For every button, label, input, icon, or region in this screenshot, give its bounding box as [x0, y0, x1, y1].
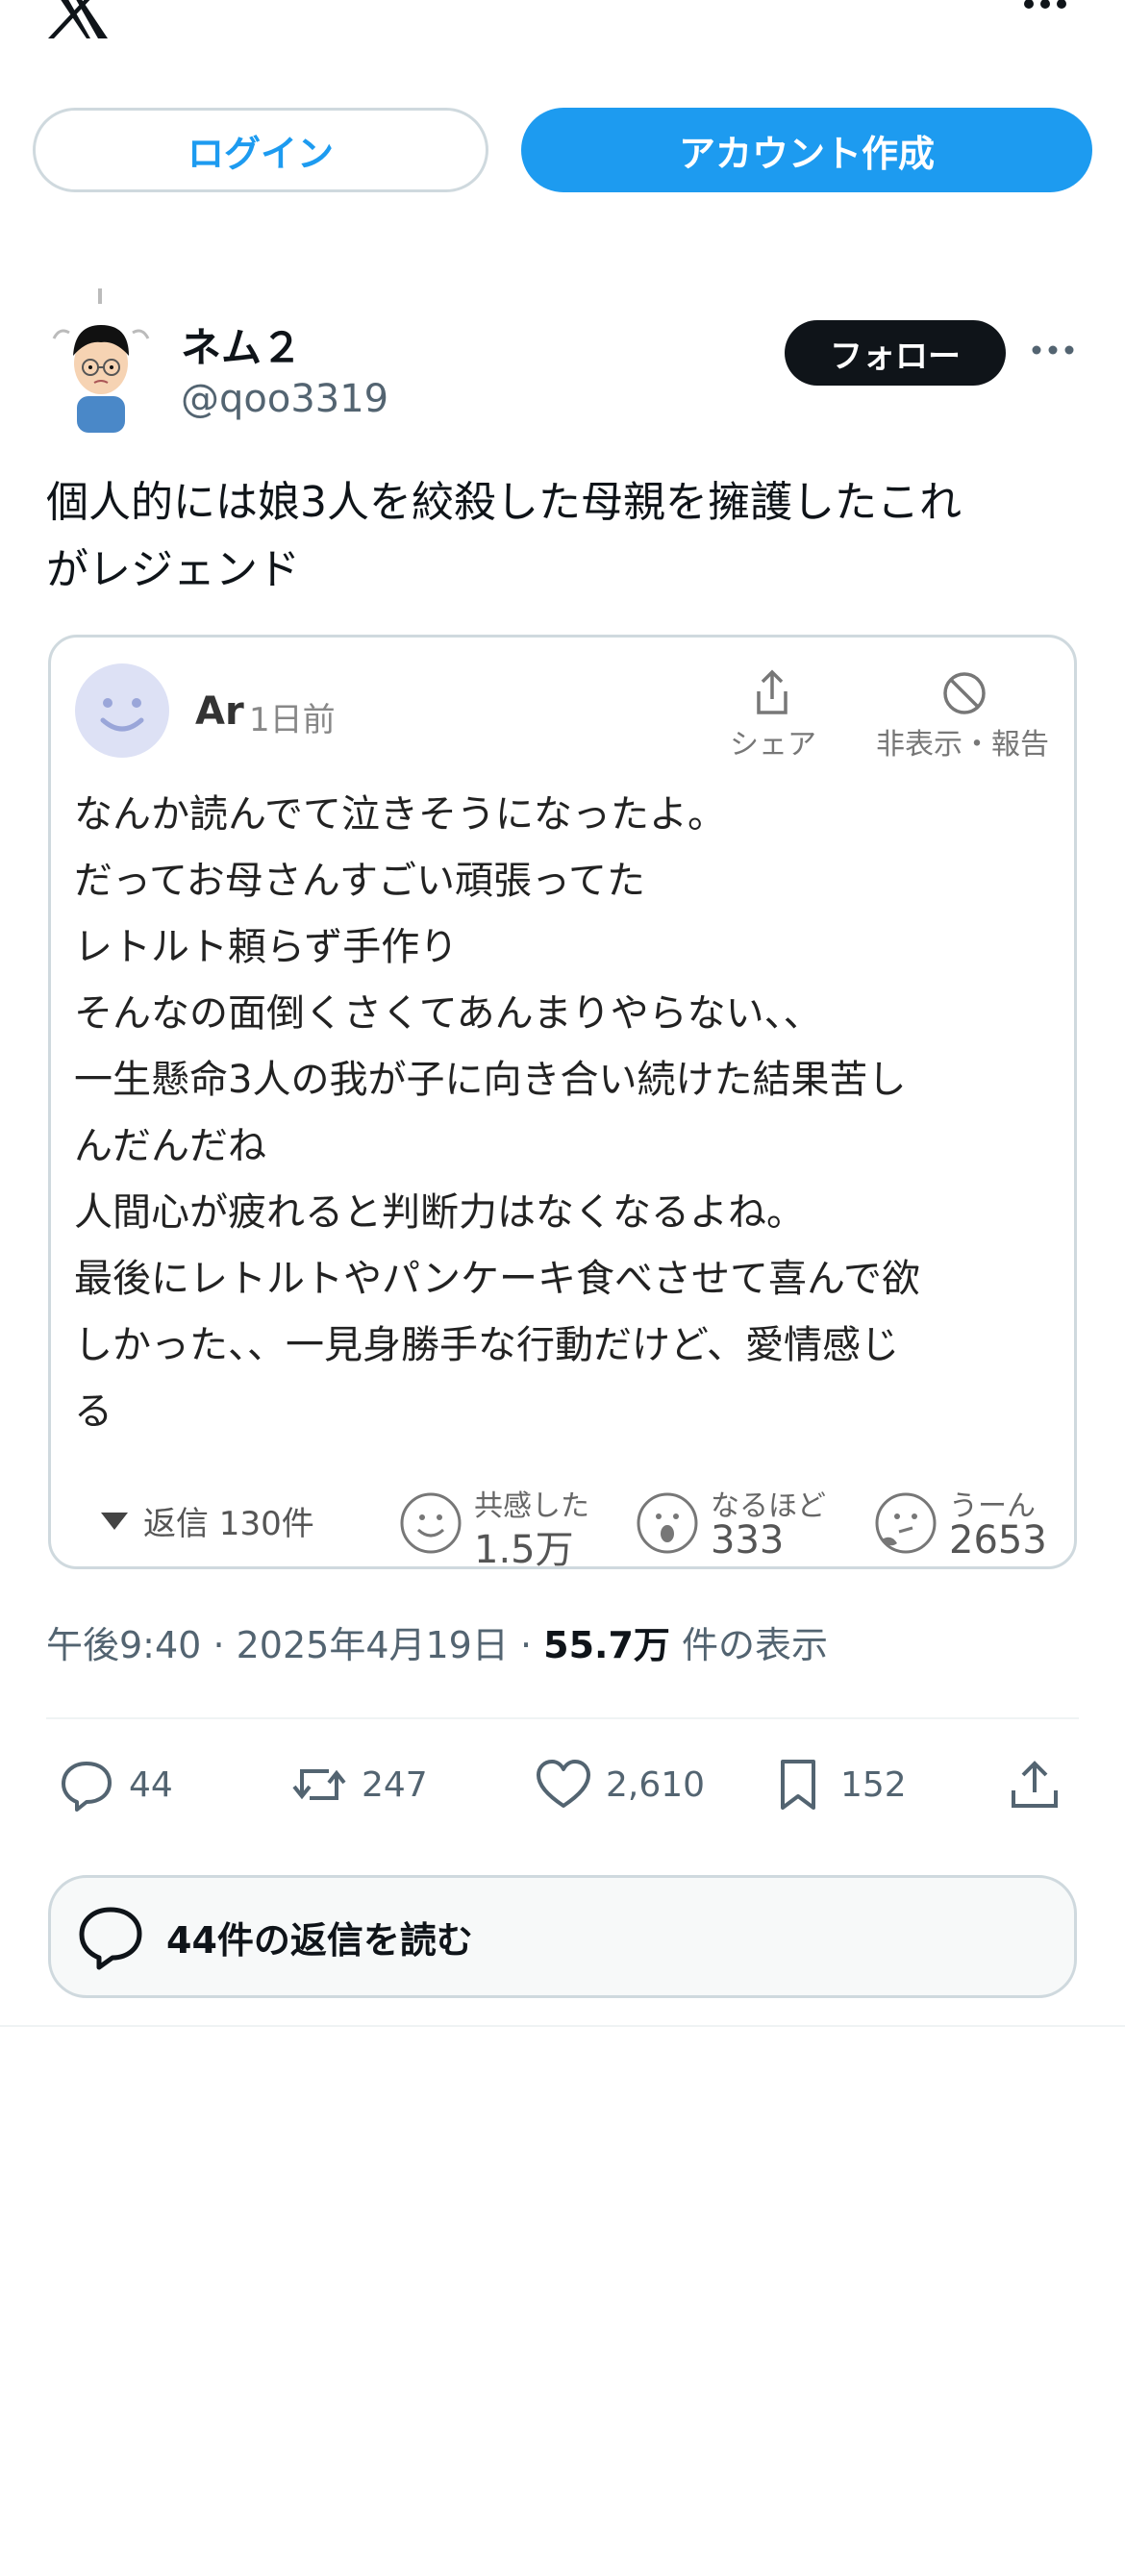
quote-time: 1日前: [249, 701, 336, 739]
quote-line: 一生懸命3人の我が子に向き合い続けた結果苦し: [74, 1058, 907, 1102]
follow-button[interactable]: フォロー: [785, 320, 1006, 386]
bookmark-count: 152: [840, 1764, 907, 1805]
post-time[interactable]: 午後9:40: [46, 1624, 201, 1666]
create-account-button[interactable]: アカウント作成: [521, 108, 1092, 192]
reaction-count: 2653: [949, 1518, 1047, 1563]
author-name[interactable]: ネム２: [181, 315, 302, 374]
quote-line: んだんだね: [74, 1124, 266, 1168]
quote-line: しかった、、一見身勝手な行動だけど、愛情感じ: [74, 1323, 899, 1367]
bookmark-button[interactable]: 152: [769, 1756, 907, 1813]
top-bar: [0, 0, 1125, 58]
meta-separator: ·: [212, 1624, 225, 1666]
reply-count: 44: [129, 1764, 173, 1805]
author-handle[interactable]: @qoo3319: [181, 377, 388, 421]
bookmark-icon: [781, 1760, 815, 1810]
post-meta: 午後9:40 · 2025年4月19日 · 55.7万 件の表示: [46, 1615, 828, 1668]
quote-line: 最後にレトルトやパンケーキ食べさせて喜んで欲: [74, 1257, 920, 1301]
divider: [0, 2025, 1125, 2027]
login-button[interactable]: ログイン: [33, 108, 488, 192]
quote-line: レトルト頼らず手作り: [74, 925, 459, 969]
repost-count: 247: [362, 1764, 428, 1805]
repost-icon: [292, 1769, 346, 1800]
heart-icon: [537, 1760, 590, 1808]
quote-line: なんか読んでて泣きそうになったよ。: [74, 792, 726, 837]
smiley-avatar-icon: [75, 663, 169, 758]
x-logo-icon[interactable]: [46, 0, 110, 38]
reaction-count: 1.5万: [474, 1528, 574, 1572]
divider: [46, 1717, 1079, 1719]
read-replies-button[interactable]: 44件の返信を読む: [48, 1875, 1077, 1998]
share-icon: [757, 669, 788, 714]
share-button[interactable]: [1006, 1756, 1077, 1813]
quote-line: そんなの面倒くさくてあんまりやらない、、: [74, 991, 822, 1036]
replies-count-label: 返信 130件: [143, 1505, 314, 1543]
reply-button[interactable]: 44: [58, 1756, 173, 1813]
share-label: シェア: [730, 728, 816, 762]
quote-body: なんか読んでて泣きそうになったよ。 だってお母さんすごい頑張ってた レトルト頼ら…: [74, 782, 1064, 1445]
quote-user-name: Ar: [195, 689, 244, 734]
replies-toggle: 返信 130件: [101, 1497, 314, 1544]
meta-separator: ·: [519, 1624, 533, 1666]
read-replies-label: 44件の返信を読む: [166, 1918, 473, 1962]
quoted-image-card[interactable]: Ar 1日前 シェア 非表示・報告 なんか読んでて泣きそうになったよ。 だってお…: [48, 635, 1077, 1572]
reaction-empathy: 共感した 1.5万: [399, 1482, 591, 1572]
surprised-face-icon: [637, 1492, 698, 1554]
quote-line: だってお母さんすごい頑張ってた: [74, 859, 645, 903]
hide-report-label: 非表示・報告: [876, 728, 1049, 762]
like-count: 2,610: [606, 1764, 706, 1805]
reaction-count: 333: [711, 1518, 785, 1563]
tweet-text: 個人的には娘3人を絞殺した母親を擁護したこれ がレジェンド: [46, 469, 1075, 604]
reply-bubble-icon: [79, 1907, 142, 1970]
reaction-hmm: うーん 2653: [874, 1482, 1066, 1568]
quote-line: 人間心が疲れると判断力はなくなるよね。: [74, 1190, 805, 1235]
share-icon: [1012, 1761, 1058, 1808]
tweet-text-line: 個人的には娘3人を絞殺した母親を擁護したこれ: [46, 478, 962, 527]
view-count-label: 件の表示: [682, 1624, 829, 1666]
reply-icon: [62, 1762, 112, 1812]
triangle-down-icon: [101, 1512, 128, 1530]
more-options-icon[interactable]: [1031, 342, 1075, 358]
avatar[interactable]: [48, 288, 154, 433]
view-count: 55.7万: [543, 1624, 670, 1666]
repost-button[interactable]: 247: [290, 1756, 428, 1813]
like-button[interactable]: 2,610: [535, 1756, 705, 1813]
tweet-text-line: がレジェンド: [46, 545, 300, 594]
thinking-face-icon: [875, 1492, 937, 1554]
quote-line: る: [74, 1389, 112, 1434]
smile-face-icon: [400, 1492, 462, 1554]
reaction-indeed: なるほど 333: [636, 1482, 828, 1568]
block-icon: [943, 672, 986, 714]
post-date[interactable]: 2025年4月19日: [237, 1624, 509, 1666]
more-horizontal-icon[interactable]: [1021, 0, 1069, 13]
